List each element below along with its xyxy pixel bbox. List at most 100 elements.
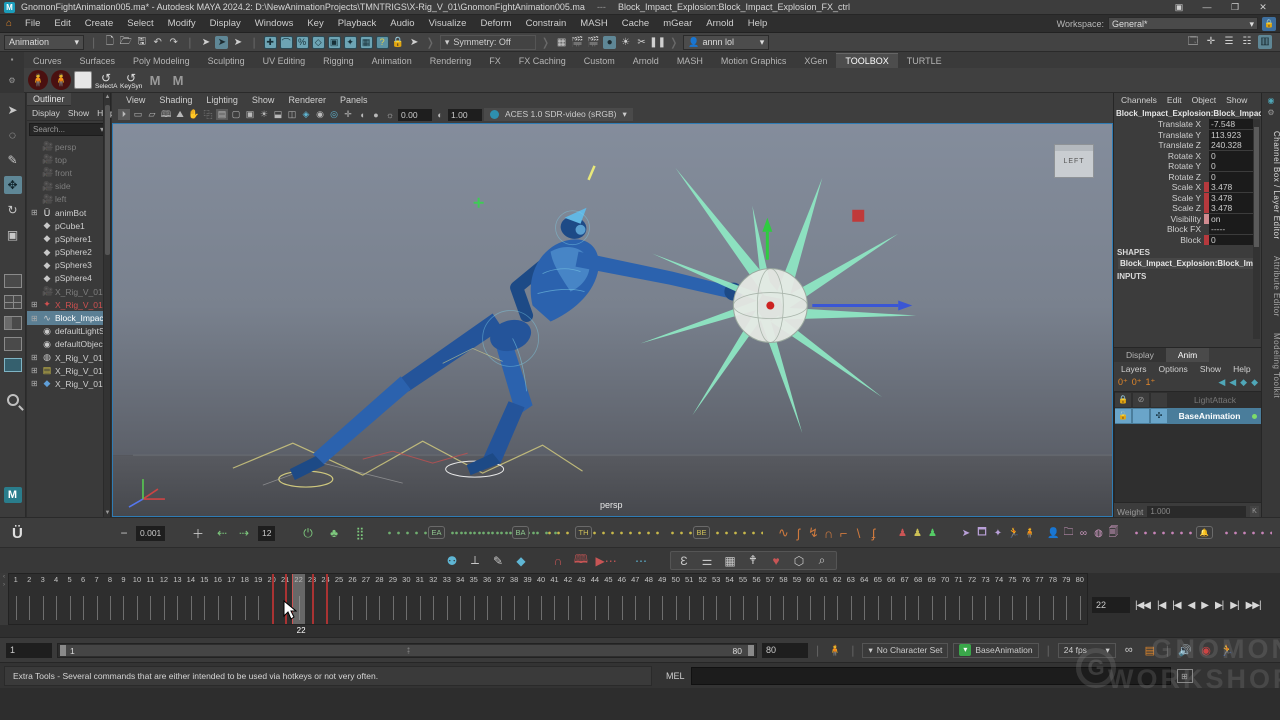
frame-number[interactable]: 6: [76, 575, 89, 588]
channel-row-rotate-x[interactable]: Rotate X0: [1114, 151, 1253, 162]
frame-tick[interactable]: [656, 592, 669, 624]
tangent-flat-icon[interactable]: ∩: [821, 526, 836, 541]
frame-tick[interactable]: [817, 592, 830, 624]
frame-number[interactable]: 41: [548, 575, 561, 588]
animbot-select-buttons[interactable]: ➤ 🗖 ✦ 🏃 🧍: [958, 518, 1038, 548]
select-camera-icon[interactable]: 🞂: [118, 109, 130, 120]
layout-four-pane-button[interactable]: [4, 295, 22, 309]
outliner-menu-display[interactable]: Display: [29, 107, 63, 119]
link-icon[interactable]: ∞: [1076, 528, 1091, 539]
render-current-button[interactable]: 🎬: [571, 36, 584, 49]
shaded-icon[interactable]: ▢: [230, 109, 242, 120]
exposure-icon[interactable]: ☼: [384, 110, 396, 120]
motion-blur-icon[interactable]: ◈: [300, 109, 312, 120]
channel-value-field[interactable]: 3.478: [1209, 193, 1253, 203]
frame-number[interactable]: 44: [588, 575, 601, 588]
frame-number[interactable]: 79: [1060, 575, 1073, 588]
frame-tick[interactable]: [171, 592, 184, 624]
frame-number[interactable]: 8: [103, 575, 116, 588]
lighting-icon[interactable]: ☀: [258, 109, 270, 120]
channel-box-scrollbar[interactable]: [1253, 119, 1260, 339]
animbot-grid-button[interactable]: ⣿: [352, 518, 368, 548]
animbot-frame-field[interactable]: 12: [258, 518, 275, 548]
frame-number[interactable]: 53: [709, 575, 722, 588]
pose-red-icon[interactable]: ♟: [895, 528, 910, 539]
snap-point-button[interactable]: %: [296, 36, 309, 49]
keyframe-marker[interactable]: [326, 574, 328, 624]
frame-tick[interactable]: [238, 592, 251, 624]
render-settings-button[interactable]: ●: [603, 36, 616, 49]
shelf-tab-rigging[interactable]: Rigging: [314, 54, 363, 68]
frame-tick[interactable]: [763, 592, 776, 624]
channel-row-rotate-y[interactable]: Rotate Y0: [1114, 161, 1253, 172]
current-frame-field[interactable]: 22: [1092, 597, 1130, 613]
outliner-menu-show[interactable]: Show: [65, 107, 92, 119]
quick-select-field[interactable]: 👤 annn lol ▾: [683, 35, 769, 50]
frame-tick[interactable]: [925, 592, 938, 624]
outliner-scrollbar[interactable]: ▲ ▼: [103, 93, 110, 517]
channel-value-field[interactable]: 240.328: [1209, 140, 1253, 150]
tool-settings-toggle[interactable]: ☷: [1240, 35, 1254, 49]
home-icon[interactable]: ⌂: [6, 18, 12, 29]
channelbox-menu-object[interactable]: Object: [1188, 95, 1221, 105]
pin-icon[interactable]: ◉: [1268, 96, 1275, 105]
frame-number[interactable]: 30: [400, 575, 413, 588]
outliner-item-x-rig-v-01-x-[interactable]: ⊞✦X_Rig_V_01:X...: [27, 298, 110, 311]
sidebar-tab-channel-box-layer-editor[interactable]: Channel Box / Layer Editor: [1262, 123, 1280, 248]
frame-tick[interactable]: [938, 592, 951, 624]
layer-menu-options[interactable]: Options: [1154, 364, 1193, 374]
frame-number[interactable]: 37: [494, 575, 507, 588]
frame-tick[interactable]: [682, 592, 695, 624]
frame-tick[interactable]: [602, 592, 615, 624]
channel-row-translate-z[interactable]: Translate Z240.328: [1114, 140, 1253, 151]
shelf-tab-arnold[interactable]: Arnold: [624, 54, 668, 68]
step-back-key-button[interactable]: |◀: [1170, 600, 1182, 611]
animbot-library-buttons[interactable]: 👤 🗀 ∞ ◍ 🗐: [1046, 518, 1121, 548]
frame-tick[interactable]: [709, 592, 722, 624]
outliner-item-defaultobjec-[interactable]: ◉defaultObjec...: [27, 338, 110, 351]
channel-box-toggle[interactable]: ▥: [1258, 35, 1272, 49]
play-backwards-button[interactable]: ◀: [1186, 600, 1197, 611]
channel-value-field[interactable]: 0: [1209, 172, 1253, 182]
frame-number[interactable]: 65: [871, 575, 884, 588]
outliner-item-x-rig-v-01-x-[interactable]: ⊞◍X_Rig_V_01:X...: [27, 351, 110, 364]
frame-tick[interactable]: [22, 592, 35, 624]
menu-create[interactable]: Create: [78, 18, 121, 29]
zero-key-layer-button[interactable]: ◆: [1240, 377, 1247, 388]
snap-projected-button[interactable]: ◇: [312, 36, 325, 49]
frame-tick[interactable]: [1060, 592, 1073, 624]
channel-value-field[interactable]: 0: [1209, 161, 1253, 171]
frame-tick[interactable]: [63, 592, 76, 624]
new-scene-button[interactable]: 🗋: [103, 36, 116, 49]
shelf-tab-mash[interactable]: MASH: [668, 54, 712, 68]
expand-toggle-icon[interactable]: ⊞: [31, 366, 39, 375]
frame-tick[interactable]: [184, 592, 197, 624]
frame-number[interactable]: 15: [198, 575, 211, 588]
table-tool-icon[interactable]: ▦: [722, 554, 739, 568]
keyframe-marker[interactable]: [272, 574, 274, 624]
menu-visualize[interactable]: Visualize: [422, 18, 474, 29]
clip-editor-icon[interactable]: ▤: [1142, 644, 1158, 657]
shelf-mash2-button[interactable]: M: [168, 73, 188, 88]
layer-menu-show[interactable]: Show: [1195, 364, 1226, 374]
channel-value-field[interactable]: -----: [1209, 224, 1253, 234]
layout-single-button[interactable]: [4, 274, 22, 288]
pose-yellow-icon[interactable]: ♟: [910, 528, 925, 539]
frame-number[interactable]: 26: [346, 575, 359, 588]
frame-number[interactable]: 29: [386, 575, 399, 588]
clipboard-icon[interactable]: 🗐: [1106, 525, 1121, 542]
xray-icon[interactable]: ◖: [356, 110, 368, 120]
viewport-menu-view[interactable]: View: [120, 95, 151, 105]
layer-tab-anim[interactable]: Anim: [1166, 348, 1209, 362]
tangent-step-icon[interactable]: ⌐: [836, 526, 851, 541]
menu-cache[interactable]: Cache: [615, 18, 656, 29]
shelf-tab-fx-caching[interactable]: FX Caching: [510, 54, 575, 68]
anim-end-field[interactable]: 80: [762, 643, 808, 658]
range-middle-handle[interactable]: [407, 647, 410, 654]
frame-tick[interactable]: [117, 592, 130, 624]
frame-tick[interactable]: [629, 592, 642, 624]
shadows-icon[interactable]: ⬓: [272, 109, 284, 120]
isolate-select-icon[interactable]: ✛: [342, 109, 354, 120]
frame-number[interactable]: 19: [251, 575, 264, 588]
frame-tick[interactable]: [858, 592, 871, 624]
